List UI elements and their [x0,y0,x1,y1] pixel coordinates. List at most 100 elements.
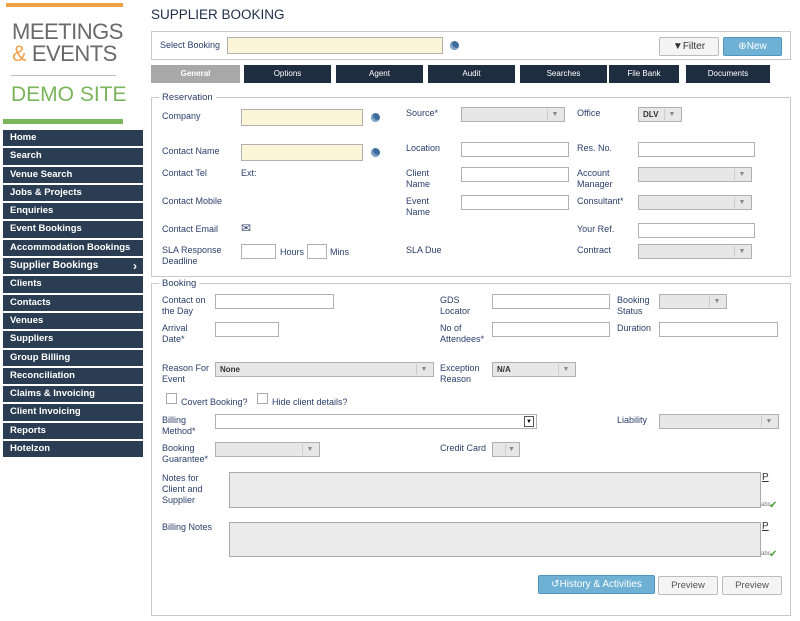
consultant-select[interactable]: ▼ [638,195,752,210]
sidebar-item-search[interactable]: Search [3,148,143,165]
sidebar-item-venue-search[interactable]: Venue Search [3,166,143,183]
reason-for-event-select[interactable]: None ▼ [215,362,434,377]
tab-searches[interactable]: Searches [520,65,607,83]
mins-label: Mins [330,247,350,257]
office-select[interactable]: DLV ▼ [638,107,682,122]
sidebar-item-contacts[interactable]: Contacts [3,294,143,311]
no-attendees-input[interactable] [492,322,610,337]
res-no-input[interactable] [638,142,755,157]
chevron-down-icon: ▼ [547,109,562,120]
tab-documents[interactable]: Documents [686,65,770,83]
select-booking-label: Select Booking [160,40,221,50]
billing-method-label: Billing Method* [162,415,196,436]
tab-file-bank[interactable]: File Bank [609,65,679,83]
select-booking-bar: Select Booking ▼Filter ⊕New [151,31,791,60]
sidebar-item-label: Supplier Bookings [10,260,99,272]
tab-options[interactable]: Options [244,65,331,83]
filter-icon: ▼ [672,41,683,52]
notes-p-marker[interactable]: P [762,472,769,483]
chevron-right-icon: › [133,259,137,274]
billing-notes-textarea[interactable] [229,522,761,557]
sidebar-item-reports[interactable]: Reports [3,422,143,440]
sla-mins-input[interactable] [307,244,327,259]
sidebar-item-claims-invoicing[interactable]: Claims & Invoicing [3,386,143,403]
contact-email-label: Contact Email [162,224,219,234]
booking-guarantee-select[interactable]: ▼ [215,442,320,457]
contact-globe-icon[interactable] [371,148,380,157]
booking-guarantee-label: Booking Guarantee* [162,443,209,464]
tab-agent[interactable]: Agent [336,65,423,83]
tab-general[interactable]: General [151,65,240,83]
sidebar-item-venues[interactable]: Venues [3,312,143,330]
contract-label: Contract [577,245,612,255]
gds-locator-input[interactable] [492,294,610,309]
history-activities-button[interactable]: ↺History & Activities [538,575,655,594]
duration-input[interactable] [659,322,778,337]
sidebar-item-hotelzon[interactable]: Hotelzon [3,441,143,458]
filter-button[interactable]: ▼Filter [659,37,719,56]
tab-bar: General Options Agent Audit Searches File Ban… [151,65,771,83]
company-globe-icon[interactable] [371,113,380,122]
event-name-input[interactable] [461,195,569,210]
sidebar-item-accommodation-bookings[interactable]: Accommodation Bookings [3,239,143,257]
notes-textarea[interactable] [229,472,761,508]
credit-card-select[interactable]: ▼ [492,442,520,457]
sla-hours-input[interactable] [241,244,276,259]
sidebar-item-enquiries[interactable]: Enquiries [3,203,143,220]
booking-status-label: Booking Status [617,295,650,316]
select-booking-input[interactable] [227,37,443,54]
history-icon: ↺ [551,579,560,590]
booking-status-select[interactable]: ▼ [659,294,727,309]
chevron-down-icon: ▼ [664,109,679,120]
res-no-label: Res. No. [577,143,613,153]
sidebar-item-jobs-projects[interactable]: Jobs & Projects [3,184,143,202]
new-button[interactable]: ⊕New [723,37,782,56]
sidebar-item-label: Event Bookings [10,223,82,235]
tab-audit[interactable]: Audit [428,65,515,83]
billing-method-select[interactable]: ▼ [215,414,537,429]
logo-divider [11,75,116,76]
contact-on-day-input[interactable] [215,294,334,309]
billing-notes-p-marker[interactable]: P [762,521,769,532]
covert-booking-checkbox[interactable] [166,393,177,404]
plus-circle-icon: ⊕ [738,41,747,52]
sidebar-item-label: Venues [10,314,44,326]
sidebar-item-suppliers[interactable]: Suppliers [3,331,143,348]
check-icon: ✔ [769,549,778,560]
contract-select[interactable]: ▼ [638,244,752,259]
chevron-down-icon: ▼ [734,197,749,208]
account-manager-select[interactable]: ▼ [638,167,752,182]
sidebar-item-label: Hotelzon [10,443,51,455]
hide-client-checkbox[interactable] [257,393,268,404]
envelope-icon[interactable]: ✉ [241,221,251,235]
sidebar-item-reconciliation[interactable]: Reconciliation [3,367,143,385]
arrival-date-input[interactable] [215,322,279,337]
contact-mobile-label: Contact Mobile [162,196,223,206]
preview-button[interactable]: Preview [658,576,718,595]
source-select[interactable]: ▼ [461,107,565,122]
liability-select[interactable]: ▼ [659,414,779,429]
company-input[interactable] [241,109,363,126]
sidebar-item-event-bookings[interactable]: Event Bookings [3,221,143,238]
preview-button-2[interactable]: Preview [722,576,782,595]
logo-demo-site: DEMO SITE [11,83,127,106]
company-label: Company [162,111,201,121]
exception-reason-select[interactable]: N/A ▼ [492,362,576,377]
client-name-input[interactable] [461,167,569,182]
covert-booking-label: Covert Booking? [181,397,248,407]
sidebar-item-supplier-bookings[interactable]: Supplier Bookings › [3,258,143,275]
your-ref-input[interactable] [638,223,755,238]
chevron-down-icon: ▼ [302,444,317,455]
chevron-down-icon: ▼ [524,416,534,427]
globe-icon[interactable] [450,41,459,50]
sidebar-item-label: Jobs & Projects [10,186,82,198]
chevron-down-icon: ▼ [505,444,517,455]
sidebar-item-label: Group Billing [10,351,71,363]
sidebar-item-client-invoicing[interactable]: Client Invoicing [3,404,143,421]
sidebar-item-group-billing[interactable]: Group Billing [3,349,143,366]
sidebar-item-clients[interactable]: Clients [3,276,143,293]
location-input[interactable] [461,142,569,157]
location-label: Location [406,143,441,153]
sidebar-item-home[interactable]: Home [3,130,143,147]
contact-name-input[interactable] [241,144,363,161]
